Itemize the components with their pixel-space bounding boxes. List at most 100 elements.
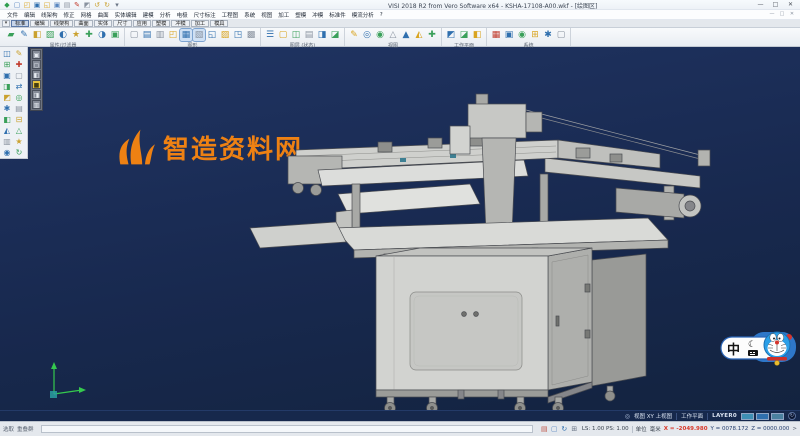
workplane-label[interactable]: 工作平面 [681,412,703,420]
menu-item[interactable]: 曲面 [95,11,112,19]
menu-item[interactable]: 电极 [174,11,191,19]
left-panel-icon[interactable]: ✎ [13,48,25,59]
toolbar-icon[interactable]: ◐ [57,29,69,41]
quick-access-icon[interactable]: ◰ [23,1,31,9]
left-panel-icon[interactable]: ⇄ [13,81,25,92]
left-panel-icon[interactable]: ▥ [1,136,13,147]
toolbar-icon[interactable]: ▥ [154,29,166,41]
menu-item[interactable]: 实体编辑 [112,11,140,19]
toolbar-icon[interactable]: ✚ [426,29,438,41]
menu-item[interactable]: 尺寸标注 [191,11,219,19]
float-tool-button[interactable]: ■ [32,80,41,89]
menu-item[interactable]: 网格 [78,11,95,19]
restore-button[interactable]: □ [768,0,783,9]
toolbar-icon[interactable]: ▤ [141,29,153,41]
menu-item[interactable]: 线架构 [38,11,61,19]
toolbar-icon[interactable]: ▨ [219,29,231,41]
menu-item[interactable]: 系统 [241,11,258,19]
toolbar-icon[interactable]: ▰ [5,29,17,41]
quick-access-icon[interactable]: ✎ [73,1,81,9]
toolbar-tab[interactable]: 实体 [94,20,112,27]
toolbar-icon[interactable]: ▢ [555,29,567,41]
status-icon[interactable]: ▢ [550,425,559,434]
toolbar-icon[interactable]: ✎ [348,29,360,41]
toolbar-icon[interactable]: ◨ [316,29,328,41]
quick-access-icon[interactable]: ◱ [43,1,51,9]
toolbar-icon[interactable]: ◉ [374,29,386,41]
scale-indicator[interactable]: LS: 1.00 PS: 1.00 [582,426,629,432]
toolbar-icon[interactable]: ◎ [361,29,373,41]
toolbar-icon[interactable]: △ [387,29,399,41]
active-layer-label[interactable]: LAYER0 [712,413,737,419]
left-panel-icon[interactable]: ◨ [1,81,13,92]
toolbar-tab[interactable]: 塑模 [152,20,170,27]
toolbar-icon[interactable]: ◫ [290,29,302,41]
left-panel-icon[interactable]: ▤ [13,103,25,114]
float-tool-button[interactable]: ◧ [32,70,41,79]
left-panel-icon[interactable]: ▢ [13,70,25,81]
toolbar-tab[interactable]: 尺寸 [113,20,131,27]
menu-item[interactable]: 标准件 [326,11,349,19]
toolbar-icon[interactable]: ◧ [31,29,43,41]
unit-value[interactable]: 毫米 [650,425,661,433]
toolbar-icon[interactable]: ◱ [206,29,218,41]
toolbar-icon[interactable]: ◑ [96,29,108,41]
menu-item[interactable]: ? [377,12,386,18]
toolbar-icon[interactable]: ◪ [329,29,341,41]
toolbar-tab[interactable]: 曲面 [74,20,92,27]
quick-access-icon[interactable]: ▣ [53,1,61,9]
coordinate-expand-button[interactable]: > [792,426,797,432]
left-panel-icon[interactable]: ⊟ [13,114,25,125]
menu-item[interactable]: 视图 [258,11,275,19]
toolbar-icon[interactable]: ▧ [193,29,205,41]
menu-item[interactable]: 分析 [157,11,174,19]
toolbar-icon[interactable]: ✚ [83,29,95,41]
color-chip[interactable] [771,413,784,420]
quick-access-icon[interactable]: ▤ [63,1,71,9]
left-panel-icon[interactable]: △ [13,125,25,136]
toolbar-icon[interactable]: ▦ [180,29,192,41]
ime-toolbar[interactable]: 中 ☾ [720,328,798,374]
menu-item[interactable]: 冲模 [309,11,326,19]
toolbar-tab[interactable]: 加工 [191,20,209,27]
status-icon[interactable]: ⊞ [570,425,579,434]
snap-mode-icon[interactable]: ◎ [625,413,630,420]
toolbar-icon[interactable]: ★ [70,29,82,41]
toolbar-tab[interactable]: 冲模 [171,20,189,27]
color-chip[interactable] [741,413,754,420]
toolbar-icon[interactable]: ✎ [18,29,30,41]
close-button[interactable]: ✕ [783,0,798,9]
left-panel-icon[interactable]: ▣ [1,70,13,81]
quick-access-icon[interactable]: ◆ [3,1,11,9]
float-tool-button[interactable]: ▥ [32,100,41,109]
orbit-view-icon[interactable]: ↻ [788,412,796,420]
toolbar-tab[interactable]: 编辑 [30,20,48,27]
toolbar-icon[interactable]: ▣ [109,29,121,41]
float-tool-button[interactable]: ▣ [32,50,41,59]
float-tool-button[interactable]: ▢ [32,60,41,69]
menu-item[interactable]: 编辑 [21,11,38,19]
toolbar-tab[interactable]: 标准 [11,20,29,27]
status-icon[interactable]: ↻ [560,425,569,434]
toolbar-icon[interactable]: ⊞ [529,29,541,41]
ime-language-indicator[interactable]: 中 [727,342,740,358]
color-chip[interactable] [756,413,769,420]
left-panel-icon[interactable]: ⊞ [1,59,13,70]
left-panel-icon[interactable]: ★ [13,136,25,147]
toolbar-icon[interactable]: ◳ [232,29,244,41]
menu-item[interactable]: 模流分析 [349,11,377,19]
menu-item[interactable]: 工程图 [219,11,242,19]
toolbar-icon[interactable]: ▢ [128,29,140,41]
toolbar-icon[interactable]: ▣ [503,29,515,41]
mdi-minimize-button[interactable]: — [767,10,777,19]
left-panel-icon[interactable]: ✱ [1,103,13,114]
quick-access-icon[interactable]: ▾ [113,1,121,9]
toolbar-icon[interactable]: ▢ [277,29,289,41]
status-icon[interactable]: ▤ [540,425,549,434]
left-panel-icon[interactable]: ↻ [13,147,25,158]
quick-access-icon[interactable]: ◩ [83,1,91,9]
left-panel-icon[interactable]: ◫ [1,48,13,59]
toolbar-icon[interactable]: ▦ [490,29,502,41]
toolbar-icon[interactable]: ☰ [264,29,276,41]
toolbar-icon[interactable]: ▤ [303,29,315,41]
